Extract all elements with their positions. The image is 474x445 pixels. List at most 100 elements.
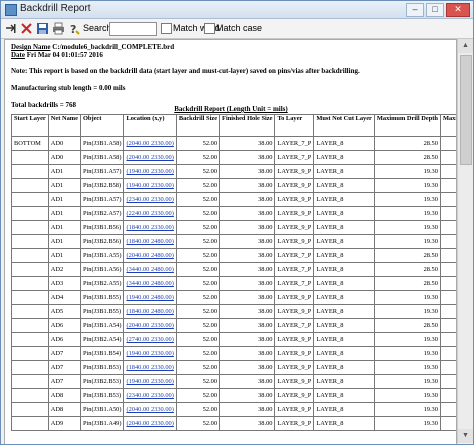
table-cell: 19.30 bbox=[373, 416, 441, 431]
report-content[interactable]: Design Name C:/module6_backdrill_COMPLET… bbox=[4, 39, 457, 444]
location-link[interactable]: (1840.00 2480.00) bbox=[126, 308, 173, 315]
location-cell: (2040.00 2330.00) bbox=[123, 318, 177, 333]
table-cell: 52.00 bbox=[175, 136, 221, 151]
scroll-thumb[interactable] bbox=[460, 55, 472, 165]
scroll-up-icon[interactable]: ▲ bbox=[458, 39, 473, 53]
table-cell: Pin(J3B1.A56) bbox=[79, 262, 125, 277]
location-link[interactable]: (3440.00 2480.00) bbox=[126, 266, 173, 273]
table-row: AD1 Pin(J3B2.A57) (2240.00 2330.00) 52.00 38… bbox=[11, 206, 456, 221]
location-link[interactable]: (2040.00 2330.00) bbox=[126, 406, 173, 413]
table-cell: Pin(J3B1.B53) bbox=[79, 360, 125, 375]
match-case-checkbox[interactable] bbox=[204, 23, 215, 34]
table-cell: AD7 bbox=[47, 346, 81, 361]
table-cell: Pin(J3B1.A49) bbox=[79, 416, 125, 431]
scroll-down-icon[interactable]: ▼ bbox=[458, 429, 473, 443]
table-cell: 38.00 bbox=[219, 206, 276, 221]
location-link[interactable]: (1940.00 2330.00) bbox=[126, 182, 173, 189]
location-link[interactable]: (2340.00 2330.00) bbox=[126, 392, 173, 399]
table-cell: 38.00 bbox=[219, 374, 276, 389]
location-link[interactable]: (2040.00 2330.00) bbox=[126, 140, 173, 147]
table-cell: Pin(J3B2.B58) bbox=[79, 178, 125, 193]
minimize-button[interactable]: – bbox=[406, 3, 424, 17]
table-cell: 10.00 bbox=[439, 248, 456, 263]
location-link[interactable]: (1840.00 2480.00) bbox=[126, 238, 173, 245]
table-cell: Pin(J3B1.B55) bbox=[79, 304, 125, 319]
location-link[interactable]: (2040.00 2330.00) bbox=[126, 154, 173, 161]
table-cell: AD6 bbox=[47, 318, 81, 333]
table-cell: 10.00 bbox=[439, 290, 456, 305]
table-cell: 10.00 bbox=[439, 234, 456, 249]
location-link[interactable]: (2040.00 2480.00) bbox=[126, 252, 173, 259]
table-cell bbox=[11, 332, 49, 347]
location-link[interactable]: (3440.00 2480.00) bbox=[126, 280, 173, 287]
table-row: AD6 Pin(J3B2.A54) (2740.00 2330.00) 52.00 38… bbox=[11, 332, 456, 347]
table-cell: Pin(J3B2.B56) bbox=[79, 234, 125, 249]
table-row: AD9 Pin(J3B1.A49) (2040.00 2330.00) 52.00 38… bbox=[11, 416, 456, 431]
location-cell: (2040.00 2330.00) bbox=[123, 416, 177, 431]
table-cell: AD6 bbox=[47, 332, 81, 347]
table-cell bbox=[11, 388, 49, 403]
table-cell: AD5 bbox=[47, 304, 81, 319]
table-cell: Pin(J3B2.A57) bbox=[79, 206, 125, 221]
table-cell: 10.00 bbox=[439, 402, 456, 417]
table-cell: AD1 bbox=[47, 248, 81, 263]
location-cell: (1940.00 2330.00) bbox=[123, 164, 177, 179]
table-cell: 10.00 bbox=[439, 192, 456, 207]
table-row: BOTTOM AD0 Pin(J3B1.A58) (2040.00 2330.00) 5… bbox=[11, 136, 456, 151]
table-cell: LAYER_9_P bbox=[274, 346, 315, 361]
table-cell: 19.30 bbox=[373, 360, 441, 375]
window-controls: – □ ✕ bbox=[406, 3, 470, 17]
location-link[interactable]: (1940.00 2330.00) bbox=[126, 168, 173, 175]
save-icon[interactable] bbox=[36, 22, 49, 35]
column-header: Backdrill Size bbox=[175, 114, 221, 137]
table-cell: LAYER_8 bbox=[313, 178, 375, 193]
location-link[interactable]: (2740.00 2330.00) bbox=[126, 336, 173, 343]
table-cell: 38.00 bbox=[219, 262, 276, 277]
table-cell: 19.30 bbox=[373, 402, 441, 417]
table-cell: 28.50 bbox=[373, 136, 441, 151]
location-link[interactable]: (2240.00 2330.00) bbox=[126, 210, 173, 217]
location-cell: (1940.00 2330.00) bbox=[123, 346, 177, 361]
table-cell: 38.00 bbox=[219, 402, 276, 417]
table-cell: 28.50 bbox=[373, 262, 441, 277]
table-row: AD0 Pin(J3B1.A58) (2040.00 2330.00) 52.00 38… bbox=[11, 150, 456, 165]
table-cell: Pin(J3B1.A54) bbox=[79, 318, 125, 333]
table-cell: LAYER_8 bbox=[313, 402, 375, 417]
vertical-scrollbar[interactable]: ▲ ▼ bbox=[457, 39, 473, 443]
table-cell: 38.00 bbox=[219, 276, 276, 291]
column-header: Net Name bbox=[47, 114, 81, 137]
table-cell: LAYER_8 bbox=[313, 164, 375, 179]
location-link[interactable]: (2340.00 2330.00) bbox=[126, 196, 173, 203]
location-link[interactable]: (2040.00 2330.00) bbox=[126, 420, 173, 427]
location-link[interactable]: (1840.00 2330.00) bbox=[126, 364, 173, 371]
report-note: Note: This report is based on the backdr… bbox=[11, 67, 360, 75]
location-link[interactable]: (2040.00 2330.00) bbox=[126, 322, 173, 329]
maximize-button[interactable]: □ bbox=[426, 3, 444, 17]
toolbar: ? Search: Match word Match case bbox=[1, 19, 473, 39]
print-icon[interactable] bbox=[52, 22, 65, 35]
match-word-checkbox[interactable] bbox=[161, 23, 172, 34]
location-cell: (2240.00 2330.00) bbox=[123, 206, 177, 221]
table-cell bbox=[11, 206, 49, 221]
table-cell: 10.00 bbox=[439, 360, 456, 375]
location-link[interactable]: (1940.00 2330.00) bbox=[126, 378, 173, 385]
table-cell: 52.00 bbox=[175, 220, 221, 235]
table-cell: LAYER_8 bbox=[313, 318, 375, 333]
location-cell: (2040.00 2330.00) bbox=[123, 150, 177, 165]
location-link[interactable]: (1940.00 2480.00) bbox=[126, 294, 173, 301]
location-link[interactable]: (1940.00 2330.00) bbox=[126, 350, 173, 357]
help-icon[interactable]: ? bbox=[68, 22, 81, 35]
table-cell: LAYER_8 bbox=[313, 206, 375, 221]
pin-icon[interactable] bbox=[4, 22, 17, 35]
match-case-label: Match case bbox=[216, 23, 263, 33]
table-row: AD1 Pin(J3B1.B56) (1840.00 2330.00) 52.00 38… bbox=[11, 220, 456, 235]
table-cell: 52.00 bbox=[175, 374, 221, 389]
table-cell: AD3 bbox=[47, 276, 81, 291]
close-report-icon[interactable] bbox=[20, 22, 33, 35]
table-cell: AD9 bbox=[47, 416, 81, 431]
search-input[interactable] bbox=[109, 22, 157, 36]
location-link[interactable]: (1840.00 2330.00) bbox=[126, 224, 173, 231]
table-cell: 52.00 bbox=[175, 192, 221, 207]
table-cell: 38.00 bbox=[219, 220, 276, 235]
close-button[interactable]: ✕ bbox=[446, 3, 470, 17]
